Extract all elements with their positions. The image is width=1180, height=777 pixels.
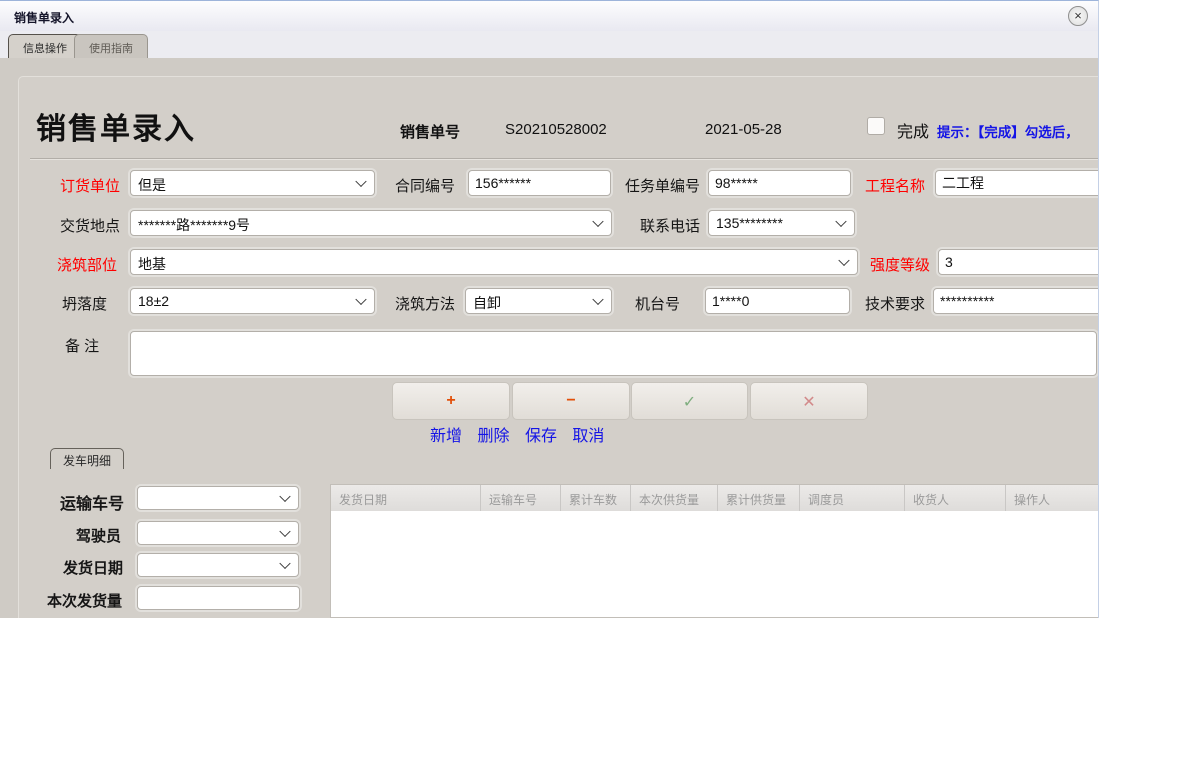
truck-no-select[interactable] [137, 486, 299, 510]
page-background: 销售单录入 × 信息操作 使用指南 销售单录入 销售单号 S2021052800… [0, 0, 1180, 777]
tab-dispatch-detail[interactable]: 发车明细 [50, 448, 125, 469]
contact-phone-select[interactable]: 135******** [708, 210, 855, 236]
slump-label: 坍落度 [62, 296, 108, 313]
col-operator[interactable]: 操作人 [1006, 485, 1098, 511]
pouring-method-value: 自卸 [473, 295, 501, 311]
project-name-input[interactable] [935, 170, 1098, 196]
dispatch-table: 发货日期 运输车号 累计车数 本次供货量 累计供货量 调度员 收货人 操作人 [330, 484, 1098, 618]
col-total-supply[interactable]: 累计供货量 [718, 485, 800, 511]
contact-phone-label: 联系电话 [640, 218, 701, 235]
add-button[interactable]: + [392, 382, 510, 420]
tech-requirement-input[interactable] [933, 288, 1098, 314]
complete-checkbox[interactable] [867, 117, 885, 135]
chevron-down-icon [355, 175, 367, 188]
order-date: 2021-05-28 [705, 121, 782, 138]
remark-textarea[interactable] [130, 331, 1097, 376]
delivery-place-select[interactable]: *******路*******9号 [130, 210, 612, 236]
close-button[interactable]: × [1068, 6, 1088, 26]
ordering-unit-label: 订货单位 [60, 178, 121, 195]
col-receiver[interactable]: 收货人 [905, 485, 1006, 511]
pouring-part-select[interactable]: 地基 [130, 249, 858, 275]
pouring-part-label: 浇筑部位 [57, 257, 118, 274]
strength-grade-input[interactable] [938, 249, 1098, 275]
chevron-down-icon [592, 293, 604, 306]
tab-info-operation[interactable]: 信息操作 [8, 34, 82, 58]
header-separator [30, 158, 1098, 160]
driver-select[interactable] [137, 521, 299, 545]
complete-hint: 提示：【完成】勾选后， [937, 125, 1079, 140]
contract-no-input[interactable] [468, 170, 611, 196]
sales-order-window: 销售单录入 × 信息操作 使用指南 销售单录入 销售单号 S2021052800… [0, 0, 1099, 618]
delete-link[interactable]: 删除 [477, 428, 509, 445]
contract-no-label: 合同编号 [395, 178, 456, 195]
chevron-down-icon [835, 215, 847, 228]
complete-label: 完成 [897, 124, 930, 141]
check-icon: ✓ [682, 394, 697, 411]
dispatch-table-header: 发货日期 运输车号 累计车数 本次供货量 累计供货量 调度员 收货人 操作人 [331, 485, 1098, 512]
ship-date-select[interactable] [137, 553, 299, 577]
pouring-part-value: 地基 [138, 256, 166, 272]
col-current-supply[interactable]: 本次供货量 [631, 485, 718, 511]
cross-icon: ✕ [802, 394, 816, 411]
chevron-down-icon [279, 557, 291, 570]
ship-qty-input[interactable] [137, 586, 300, 610]
cancel-link[interactable]: 取消 [572, 428, 604, 445]
ordering-unit-select[interactable]: 但是 [130, 170, 375, 196]
save-link[interactable]: 保存 [525, 428, 557, 445]
machine-no-label: 机台号 [635, 296, 681, 313]
delete-button[interactable]: − [512, 382, 630, 420]
close-icon: × [1074, 8, 1082, 23]
col-truck-no[interactable]: 运输车号 [481, 485, 561, 511]
chevron-down-icon [355, 293, 367, 306]
pouring-method-select[interactable]: 自卸 [465, 288, 612, 314]
cancel-button[interactable]: ✕ [750, 382, 868, 420]
order-no-value: S20210528002 [505, 121, 607, 138]
col-total-trucks[interactable]: 累计车数 [561, 485, 631, 511]
ship-date-label: 发货日期 [63, 560, 124, 577]
order-no-label: 销售单号 [400, 124, 461, 141]
col-ship-date[interactable]: 发货日期 [331, 485, 481, 511]
ordering-unit-value: 但是 [138, 177, 166, 193]
task-no-input[interactable] [708, 170, 851, 196]
chevron-down-icon [279, 490, 291, 503]
strength-grade-label: 强度等级 [870, 257, 931, 274]
tech-requirement-label: 技术要求 [865, 296, 926, 313]
plus-icon: + [446, 392, 456, 409]
save-button[interactable]: ✓ [631, 382, 748, 420]
col-dispatcher[interactable]: 调度员 [800, 485, 905, 511]
dispatch-table-body[interactable] [331, 511, 1098, 617]
task-no-label: 任务单编号 [625, 178, 701, 195]
minus-icon: − [566, 392, 576, 409]
slump-select[interactable]: 18±2 [130, 288, 375, 314]
tab-user-guide[interactable]: 使用指南 [74, 34, 148, 58]
page-title: 销售单录入 [36, 113, 196, 146]
tab-strip: 信息操作 使用指南 [0, 31, 1098, 58]
action-links: 新增 删除 保存 取消 [430, 422, 615, 446]
slump-value: 18±2 [138, 293, 170, 309]
delivery-place-label: 交货地点 [60, 218, 121, 235]
window-title: 销售单录入 [14, 11, 75, 25]
remark-label: 备 注 [65, 338, 100, 355]
chevron-down-icon [592, 215, 604, 228]
contact-phone-value: 135******** [716, 215, 783, 231]
chevron-down-icon [838, 254, 850, 267]
project-name-label: 工程名称 [865, 178, 926, 195]
delivery-place-value: *******路*******9号 [138, 217, 251, 233]
machine-no-input[interactable] [705, 288, 850, 314]
pouring-method-label: 浇筑方法 [395, 296, 456, 313]
ship-qty-label: 本次发货量 [47, 593, 123, 610]
add-link[interactable]: 新增 [430, 428, 462, 445]
driver-label: 驾驶员 [76, 528, 122, 545]
truck-no-label: 运输车号 [60, 496, 125, 513]
title-bar: 销售单录入 × [0, 1, 1098, 31]
chevron-down-icon [279, 525, 291, 538]
